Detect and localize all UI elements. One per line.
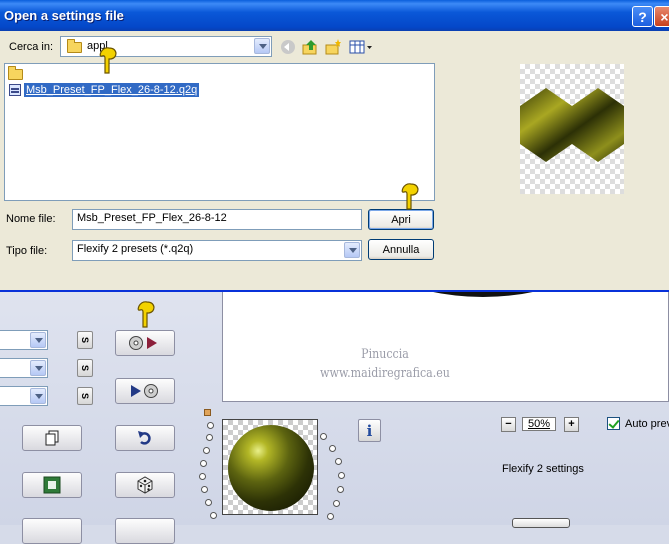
zoom-out-button[interactable]: − [501,417,516,432]
signature-url: www.maidiregrafica.eu [320,366,450,381]
up-folder-button[interactable] [301,38,319,56]
extra-button-1[interactable] [22,518,82,544]
preview-shape-edge [428,291,538,297]
s-button-label: S [79,392,90,400]
save-preset-button[interactable] [115,378,175,404]
dialog-titlebar[interactable]: Open a settings file ? × [0,0,669,31]
s-button-2[interactable]: S [77,359,93,377]
copy-button[interactable] [22,425,82,451]
zigzag-preview-image [520,88,624,162]
new-folder-icon [325,39,341,55]
open-button-label: Apri [391,213,411,226]
file-type-select[interactable]: Flexify 2 presets (*.q2q) [72,240,362,261]
look-in-dropdown[interactable] [253,37,271,56]
preset-combo-2[interactable] [0,358,48,378]
close-button[interactable]: × [654,6,669,27]
preset-thumbnail [520,64,624,194]
light-dot[interactable] [329,445,336,452]
light-dot[interactable] [199,473,206,480]
view-menu-button[interactable] [348,38,374,56]
file-name-label: Nome file: [6,213,56,225]
look-in-combo[interactable]: appl [60,36,272,57]
folder-icon[interactable] [8,66,23,80]
random-button[interactable] [115,472,175,498]
s-button-3[interactable]: S [77,387,93,405]
chevron-down-icon[interactable] [30,388,46,404]
minus-icon: − [505,418,512,430]
watermark-signature: Pinuccia www.maidiregrafica.eu [313,345,458,383]
pointing-hand-icon [401,183,419,210]
light-dot[interactable] [210,512,217,519]
copy-icon [45,430,59,446]
s-button-1[interactable]: S [77,331,93,349]
preset-combo-3[interactable] [0,386,48,406]
file-list-item[interactable]: Msb_Preset_FP_Flex_26-8-12.q2q [22,82,201,98]
ok-button-partial[interactable] [512,518,570,528]
plus-icon: + [568,418,575,430]
look-in-label: Cerca in: [9,41,54,53]
info-button[interactable]: i [358,419,381,442]
load-preset-button[interactable] [115,330,175,356]
play-disc-icon [131,384,158,398]
light-dot[interactable] [333,500,340,507]
light-dot[interactable] [205,499,212,506]
cancel-button[interactable]: Annulla [368,239,434,260]
file-type-label: Tipo file: [6,245,48,257]
light-dot[interactable] [335,458,342,465]
zoom-level[interactable]: 50% [522,417,556,431]
new-folder-button[interactable] [324,38,342,56]
pointing-hand-icon [137,301,155,328]
signature-name: Pinuccia [361,347,409,362]
cancel-button-label: Annulla [382,243,420,256]
s-button-label: S [79,364,90,372]
light-dot[interactable] [327,513,334,520]
help-button[interactable]: ? [632,6,653,27]
light-handle[interactable] [204,409,211,416]
square-stop-icon [43,476,61,494]
dialog-title: Open a settings file [4,8,124,23]
file-type-value: Flexify 2 presets (*.q2q) [77,243,194,255]
light-dot[interactable] [338,472,345,479]
undo-icon [138,431,151,445]
preset-combo-1[interactable] [0,330,48,350]
s-button-label: S [79,336,90,344]
shaded-sphere [228,425,314,511]
light-dot[interactable] [200,460,207,467]
preset-file-icon [9,84,21,96]
chevron-down-icon[interactable] [344,242,360,258]
view-grid-icon [349,40,372,54]
undo-button[interactable] [115,425,175,451]
file-name-input[interactable]: Msb_Preset_FP_Flex_26-8-12 [72,209,362,230]
chevron-down-icon[interactable] [30,360,46,376]
folder-icon [67,39,82,53]
up-folder-icon [302,40,317,55]
disc-play-icon [129,336,157,350]
settings-name-label: Flexify 2 settings [502,463,584,475]
light-dot[interactable] [206,434,213,441]
light-dot[interactable] [337,486,344,493]
file-type-dropdown[interactable] [343,241,361,260]
back-button[interactable] [279,38,297,56]
close-icon: × [660,8,669,25]
sphere-preview [222,419,318,515]
light-dot[interactable] [203,447,210,454]
chevron-down-icon[interactable] [254,38,270,54]
stop-button[interactable] [22,472,82,498]
extra-button-2[interactable] [115,518,175,544]
light-dot[interactable] [207,422,214,429]
pointing-hand-icon [99,47,117,74]
chevron-down-icon[interactable] [30,332,46,348]
file-list[interactable]: Msb_Preset_FP_Flex_26-8-12.q2q [4,63,435,201]
dice-icon [137,476,153,494]
back-arrow-icon [281,40,295,54]
auto-preview-checkbox[interactable] [607,417,620,430]
auto-preview-label: Auto previ [625,418,669,430]
info-icon: i [366,421,373,440]
light-dot[interactable] [320,433,327,440]
help-icon: ? [638,8,647,25]
light-dot[interactable] [201,486,208,493]
open-button[interactable]: Apri [368,209,434,230]
zoom-in-button[interactable]: + [564,417,579,432]
